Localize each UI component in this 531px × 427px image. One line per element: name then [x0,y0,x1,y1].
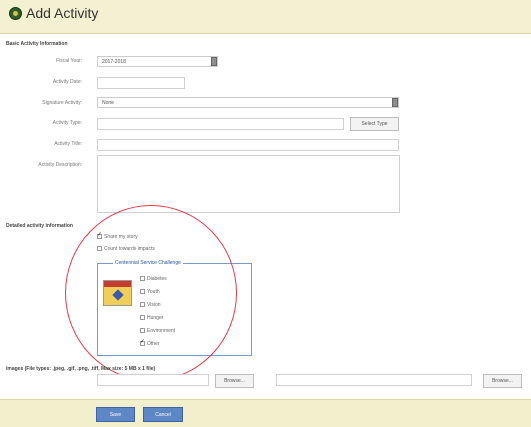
images-heading: Images (File types: .jpeg, .gif, .png, .… [6,366,156,372]
signature-dropdown-icon[interactable] [392,98,398,107]
activity-title-field[interactable] [97,139,399,151]
title-bar: Add Activity [0,0,531,34]
activity-title-label: Activity Title: [54,141,82,147]
image-file-field-2[interactable] [276,374,472,386]
detailed-activity-heading: Detailed activity information [6,223,73,229]
signature-activity-select[interactable]: None [97,97,399,108]
lions-logo-icon [9,7,22,20]
page-title: Add Activity [26,5,99,21]
browse-button-2[interactable]: Browse... [483,374,522,388]
activity-description-textarea[interactable] [97,155,400,213]
signature-activity-value: None [102,100,114,106]
activity-date-field[interactable] [97,77,185,89]
fiscal-year-select[interactable]: 2017-2018 [97,56,218,67]
signature-activity-label: Signature Activity: [42,100,82,106]
cancel-button[interactable]: Cancel [143,407,183,422]
fiscal-year-label: Fiscal Year: [56,58,82,64]
activity-description-label: Activity Description: [38,162,82,168]
browse-button-1[interactable]: Browse... [215,374,254,388]
basic-activity-heading: Basic Activity Information [6,41,68,47]
red-circle-annotation [65,205,237,381]
activity-date-label: Activity Date: [52,79,82,85]
save-button[interactable]: Save [96,407,135,422]
footer-bar: Save Cancel [0,399,531,427]
activity-type-label: Activity Type: [52,120,82,126]
select-type-button[interactable]: Select Type [350,117,399,131]
activity-type-field[interactable] [97,118,344,130]
fiscal-year-value: 2017-2018 [102,59,126,65]
image-file-field-1[interactable] [97,374,209,386]
fiscal-year-dropdown-icon[interactable] [211,57,217,66]
